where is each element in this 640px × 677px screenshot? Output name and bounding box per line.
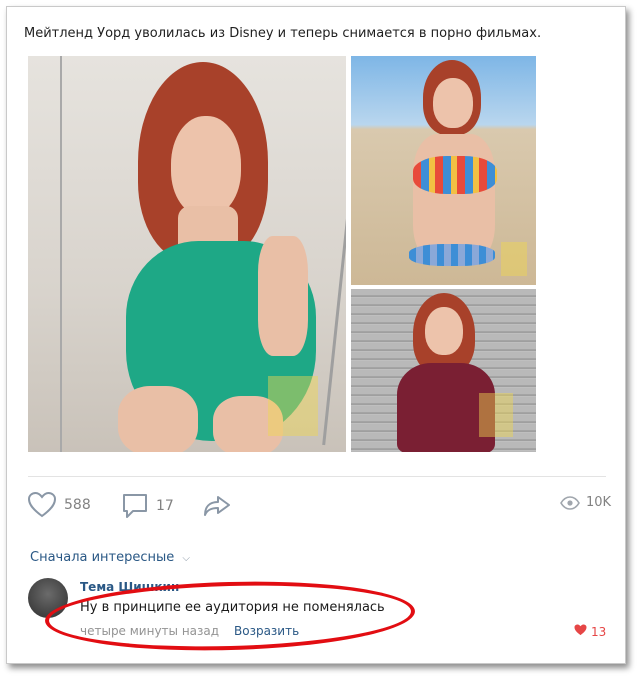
comment-like-button[interactable]: 13 [574,624,606,639]
like-button[interactable]: 588 [28,492,91,518]
comment-button[interactable]: 17 [122,493,174,519]
bikini-top [413,156,497,194]
views-counter: 10K [560,495,611,510]
watermark [268,376,318,436]
photo-burgundy-shirt[interactable] [351,289,536,452]
like-count: 588 [64,497,91,513]
share-arrow-icon [203,495,231,517]
post-text: Мейтленд Уорд уволилась из Disney и тепе… [24,26,542,41]
watermark [501,242,527,276]
comment-icon [122,493,148,519]
face [171,116,241,216]
heart-icon [28,492,56,518]
post-divider [28,476,606,477]
bikini-bottom [409,244,495,266]
shower-glass-edge [322,86,346,446]
chevron-down-icon: ⌵ [182,553,191,564]
comment-like-count: 13 [591,624,607,639]
comment-count: 17 [156,498,174,514]
share-button[interactable] [203,495,231,517]
leg-left [118,386,198,452]
arm [258,236,308,356]
watermark [479,393,513,437]
eye-icon [560,495,580,510]
photo-bikini[interactable] [351,56,536,285]
face [425,307,463,355]
comments-sort-dropdown[interactable]: Сначала интересные ⌵ [30,550,190,565]
face [433,78,473,128]
sort-label: Сначала интересные [30,550,175,565]
views-count: 10K [586,495,612,510]
photo-green-bodysuit[interactable] [28,56,346,452]
heart-filled-icon [574,624,587,639]
shower-glass-frame [60,56,62,452]
